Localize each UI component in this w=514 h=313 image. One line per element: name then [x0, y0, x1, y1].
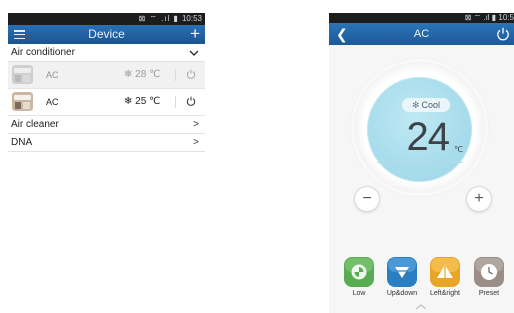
- clock-icon: [474, 257, 504, 287]
- power-icon[interactable]: [186, 69, 196, 79]
- nav-bar: ❮ AC: [329, 23, 514, 45]
- divider: [175, 96, 176, 108]
- preset-label: Preset: [478, 290, 500, 297]
- temp-value: 25 ℃: [135, 96, 161, 107]
- cool-mode-icon: ❄: [124, 96, 133, 107]
- dial-divider: [377, 162, 463, 163]
- device-name: AC: [46, 70, 59, 80]
- fan-icon: [344, 257, 374, 287]
- section-dna[interactable]: DNA >: [8, 134, 205, 152]
- chevron-up-icon[interactable]: [415, 304, 427, 310]
- section-label: DNA: [11, 137, 33, 148]
- increase-temp-button[interactable]: +: [466, 186, 492, 212]
- signal-icons: ⊠ ⌔ .ıl ▮: [464, 13, 499, 22]
- device-name: AC: [46, 97, 59, 107]
- temp-value: 28 ℃: [135, 69, 161, 80]
- swing-updown-button[interactable]: [387, 257, 417, 287]
- nav-bar: Device +: [8, 24, 205, 44]
- swing-vertical-icon: [387, 257, 417, 287]
- ac-control-screen: ⊠ ⌔ .ıl ▮ 10:5 ❮ AC ✻Cool 24 ℃ − + Low: [329, 13, 514, 313]
- status-bar: ⊠ ⌔ .ıl ▮ 10:5: [329, 13, 514, 23]
- device-row[interactable]: AC ❄ 25 ℃: [8, 89, 205, 116]
- chevron-right-icon: >: [193, 137, 199, 148]
- swing-leftright-button[interactable]: [430, 257, 460, 287]
- section-label: Air cleaner: [11, 119, 59, 130]
- swing-leftright-label: Left&right: [430, 290, 460, 297]
- device-row[interactable]: AC ❄ 28 ℃: [8, 62, 205, 89]
- mode-label: Cool: [421, 100, 441, 110]
- temperature-value: 24: [406, 115, 451, 159]
- signal-icons: ⊠ ⌔ .ıl ▮: [138, 14, 179, 23]
- section-label: Air conditioner: [11, 47, 75, 58]
- status-time: 10:53: [181, 14, 202, 23]
- device-temp: ❄ 25 ℃: [124, 89, 160, 115]
- chevron-right-icon: >: [193, 119, 199, 130]
- power-icon[interactable]: [186, 96, 196, 106]
- fan-speed-button[interactable]: [344, 257, 374, 287]
- fan-speed-label: Low: [352, 290, 366, 297]
- swing-updown-label: Up&down: [386, 290, 418, 297]
- device-list-screen: ⊠ ⌔ .ıl ▮ 10:53 Device + Air conditioner …: [8, 13, 205, 186]
- ac-thumbnail: [12, 65, 33, 84]
- chevron-down-icon: [189, 50, 199, 56]
- device-temp: ❄ 28 ℃: [124, 62, 160, 88]
- ac-thumbnail: [12, 92, 33, 111]
- preset-button[interactable]: [474, 257, 504, 287]
- power-icon[interactable]: [496, 27, 510, 41]
- mode-badge: ✻ Cool: [402, 98, 450, 112]
- swing-horizontal-icon: [430, 257, 460, 287]
- section-air-conditioner[interactable]: Air conditioner: [8, 44, 205, 62]
- divider: [175, 69, 176, 81]
- page-title: Device: [88, 27, 125, 41]
- cool-mode-icon: ❄: [124, 69, 133, 80]
- snowflake-icon: ✻: [411, 100, 420, 110]
- page-title: AC: [413, 28, 430, 40]
- temperature-unit: ℃: [454, 145, 463, 154]
- status-bar: ⊠ ⌔ .ıl ▮ 10:53: [8, 13, 205, 25]
- section-air-cleaner[interactable]: Air cleaner >: [8, 116, 205, 134]
- status-time: 10:5: [498, 13, 514, 22]
- add-device-button[interactable]: +: [190, 24, 200, 43]
- decrease-temp-button[interactable]: −: [354, 186, 380, 212]
